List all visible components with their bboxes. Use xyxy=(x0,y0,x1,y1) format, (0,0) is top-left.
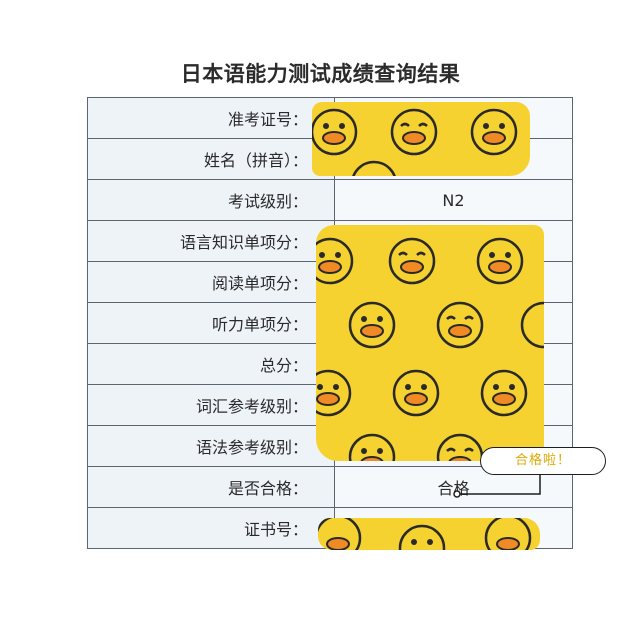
duck-icon xyxy=(348,433,396,461)
duck-pattern xyxy=(312,108,518,176)
duck-icon xyxy=(520,301,544,349)
row-label-grammar-level: 语法参考级别： xyxy=(87,425,335,467)
duck-icon xyxy=(436,301,484,349)
duck-icon xyxy=(484,518,532,550)
row-value-level: N2 xyxy=(334,179,573,221)
duck-icon xyxy=(348,301,396,349)
page: 日本语能力测试成绩查询结果 准考证号： 姓名（拼音）： 考试级别： N2 语言知… xyxy=(0,0,641,641)
duck-mask-certificate xyxy=(318,518,540,550)
row-label-exam-number: 准考证号： xyxy=(87,97,335,139)
row-label-total: 总分： xyxy=(87,343,335,385)
row-label-pass: 是否合格： xyxy=(87,466,335,508)
duck-icon xyxy=(388,237,436,285)
pass-annotation-tag: 合格啦！ xyxy=(480,447,606,475)
duck-pattern xyxy=(316,237,544,461)
page-title: 日本语能力测试成绩查询结果 xyxy=(180,62,461,86)
duck-icon xyxy=(392,369,440,417)
duck-mask-scores xyxy=(316,225,544,461)
row-label-reading: 阅读单项分： xyxy=(87,261,335,303)
duck-icon xyxy=(318,518,362,550)
row-label-certificate: 证书号： xyxy=(87,507,335,549)
duck-icon xyxy=(480,369,528,417)
row-label-vocab-level: 词汇参考级别： xyxy=(87,384,335,426)
table-row: 考试级别： N2 xyxy=(87,179,573,221)
duck-icon xyxy=(398,524,446,550)
duck-icon xyxy=(352,160,396,176)
duck-pattern xyxy=(318,518,532,550)
row-label-language-knowledge: 语言知识单项分： xyxy=(87,220,335,262)
row-label-level: 考试级别： xyxy=(87,179,335,221)
duck-icon xyxy=(470,108,518,156)
row-label-name: 姓名（拼音）： xyxy=(87,138,335,180)
duck-icon xyxy=(312,108,358,156)
duck-mask-id-name xyxy=(312,102,530,176)
duck-icon xyxy=(316,369,352,417)
row-label-listening: 听力单项分： xyxy=(87,302,335,344)
duck-icon xyxy=(390,108,438,156)
duck-icon xyxy=(436,433,484,461)
duck-icon xyxy=(476,237,524,285)
duck-icon xyxy=(316,237,354,285)
